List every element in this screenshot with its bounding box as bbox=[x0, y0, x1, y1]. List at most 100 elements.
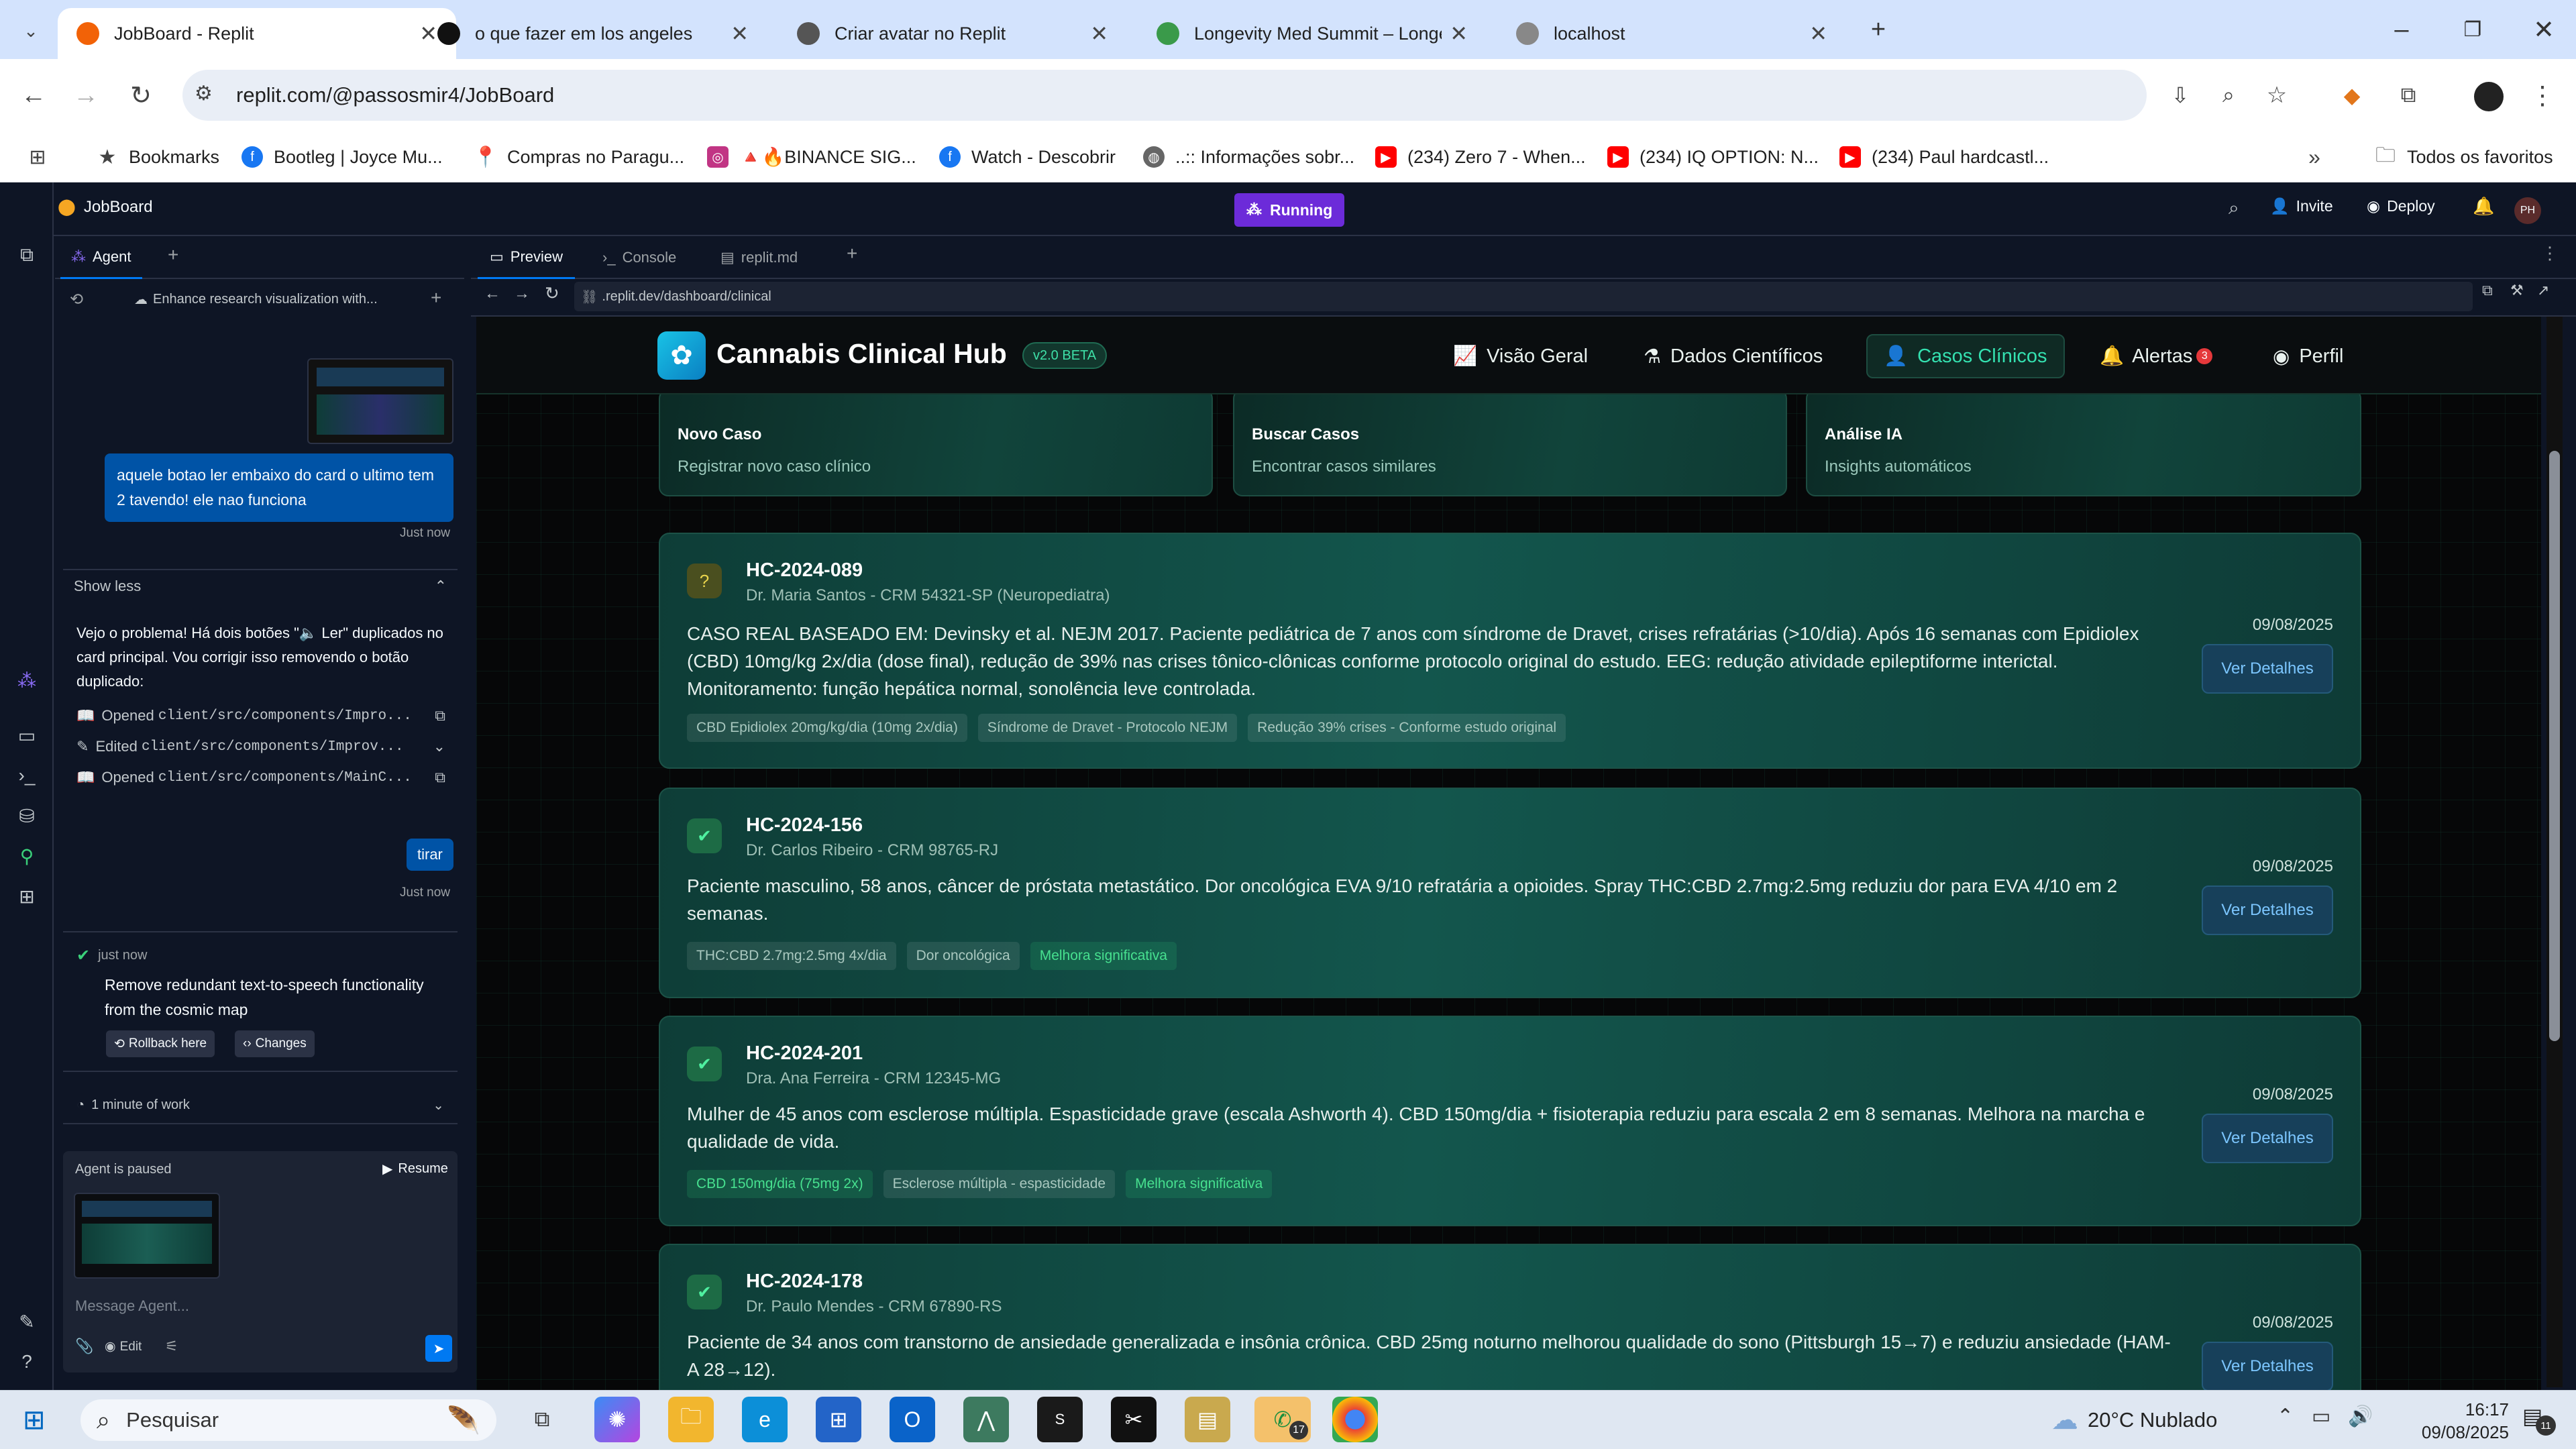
nav-scientific-data[interactable]: ⚗ Dados Científicos bbox=[1627, 334, 1839, 378]
bookmark-item[interactable]: f Watch - Descobrir bbox=[939, 131, 1116, 182]
close-window-icon[interactable]: ✕ bbox=[2524, 9, 2564, 50]
file-action-row[interactable]: 📖 Opened client/src/components/MainC... ⧉ bbox=[76, 769, 445, 786]
user-avatar[interactable]: PH bbox=[2514, 197, 2541, 224]
preview-rail-icon[interactable]: ▭ bbox=[13, 722, 40, 749]
chrome-icon[interactable] bbox=[1332, 1397, 1378, 1442]
pane-menu-icon[interactable]: ⋮ bbox=[2541, 243, 2559, 264]
action-card-search[interactable]: Buscar Casos Encontrar casos similares bbox=[1233, 389, 1787, 496]
windows-start-icon[interactable]: ⊞ bbox=[23, 1405, 46, 1436]
more-bookmarks-icon[interactable]: » bbox=[2294, 137, 2334, 177]
app-icon[interactable]: ⋀ bbox=[963, 1397, 1009, 1442]
tab-search-icon[interactable]: ⌄ bbox=[11, 11, 51, 51]
bookmark-item[interactable]: ▶ (234) IQ OPTION: N... bbox=[1607, 131, 1819, 182]
bookmark-item[interactable]: ★ Bookmarks bbox=[97, 131, 220, 182]
weather-widget[interactable]: ☁ 20°C Nublado bbox=[2051, 1399, 2217, 1441]
browser-tab[interactable]: o que fazer em los angeles ✕ bbox=[419, 8, 767, 59]
question-rail-icon[interactable]: ? bbox=[13, 1348, 40, 1375]
edit-mode-button[interactable]: ◉ Edit bbox=[105, 1339, 142, 1354]
agent-tab[interactable]: ⁂ Agent bbox=[60, 236, 142, 279]
bookmark-item[interactable]: f Bootleg | Joyce Mu... bbox=[241, 131, 443, 182]
close-tab-icon[interactable]: ✕ bbox=[1090, 21, 1108, 46]
attached-screenshot-thumb[interactable] bbox=[74, 1193, 220, 1279]
bookmark-star-icon[interactable]: ☆ bbox=[2257, 75, 2297, 115]
attach-icon[interactable]: 📎 bbox=[75, 1338, 93, 1355]
all-bookmarks[interactable]: 🗀 Todos os favoritos bbox=[2375, 131, 2553, 182]
bookmark-item[interactable]: ◍ ..:: Informações sobr... bbox=[1143, 131, 1354, 182]
new-pane-tab-icon[interactable]: + bbox=[847, 243, 857, 264]
browser-tab[interactable]: Criar avatar no Replit ✕ bbox=[778, 8, 1127, 59]
reload-icon[interactable]: ↻ bbox=[121, 75, 161, 115]
restore-icon[interactable]: ❐ bbox=[2453, 9, 2493, 50]
metamask-extension-icon[interactable]: ◆ bbox=[2332, 75, 2372, 115]
zoom-icon[interactable]: ⌕ bbox=[2208, 75, 2249, 115]
run-status-button[interactable]: ⁂ Running bbox=[1234, 193, 1345, 227]
archive-icon[interactable]: ▤ bbox=[1185, 1397, 1230, 1442]
changes-button[interactable]: ‹› Changes bbox=[235, 1030, 315, 1057]
bookmark-item[interactable]: 📍 Compras no Paragu... bbox=[473, 131, 684, 182]
whatsapp-icon[interactable]: ✆ 17 bbox=[1254, 1397, 1311, 1442]
install-app-icon[interactable]: ⇩ bbox=[2160, 75, 2200, 115]
capcut-icon[interactable]: ✂ bbox=[1111, 1397, 1157, 1442]
browser-tab[interactable]: localhost ✕ bbox=[1497, 8, 1846, 59]
message-input[interactable]: Message Agent... bbox=[75, 1297, 189, 1315]
omnibox[interactable]: ⚙ replit.com/@passosmir4/JobBoard bbox=[182, 70, 2147, 121]
new-agent-tab-icon[interactable]: + bbox=[168, 244, 178, 266]
attached-screenshot[interactable] bbox=[307, 358, 453, 444]
tab-preview[interactable]: ▭ Preview bbox=[478, 236, 576, 279]
workflow-rail-icon[interactable]: ⁂ bbox=[13, 667, 40, 694]
copilot-icon[interactable]: ✺ bbox=[594, 1397, 640, 1442]
outlook-icon[interactable]: O bbox=[890, 1397, 935, 1442]
file-action-row[interactable]: 📖 Opened client/src/components/Impro... ⧉ bbox=[76, 707, 445, 724]
thread-title[interactable]: ☁ Enhance research visualization with... bbox=[134, 286, 409, 313]
close-tab-icon[interactable]: ✕ bbox=[1809, 21, 1827, 46]
work-summary[interactable]: ◔ 1 minute of work ⌄ bbox=[63, 1087, 458, 1124]
rollback-button[interactable]: ⟲ Rollback here bbox=[106, 1030, 215, 1057]
devices-icon[interactable]: ⧉ bbox=[2482, 282, 2493, 299]
url-text[interactable]: replit.com/@passosmir4/JobBoard bbox=[236, 83, 554, 107]
new-thread-icon[interactable]: + bbox=[431, 287, 441, 309]
tray-chevron-icon[interactable]: ⌃ bbox=[2277, 1405, 2294, 1428]
action-card-new-case[interactable]: Novo Caso Registrar novo caso clínico bbox=[659, 389, 1213, 496]
browser-tab-active[interactable]: JobBoard - Replit ✕ bbox=[58, 8, 456, 59]
nav-overview[interactable]: 📈 Visão Geral bbox=[1437, 334, 1604, 378]
send-button[interactable]: ➤ bbox=[425, 1335, 452, 1362]
volume-icon[interactable]: 🔊 bbox=[2348, 1405, 2373, 1428]
network-icon[interactable]: ▭ bbox=[2312, 1405, 2330, 1428]
preview-url-field[interactable]: ⛓ .replit.dev/dashboard/clinical bbox=[574, 282, 2473, 311]
bookmark-item[interactable]: ▶ (234) Zero 7 - When... bbox=[1375, 131, 1586, 182]
preview-forward-icon[interactable]: → bbox=[514, 284, 530, 303]
close-tab-icon[interactable]: ✕ bbox=[731, 21, 749, 46]
project-name[interactable]: ⬤ JobBoard bbox=[58, 197, 153, 217]
file-action-row[interactable]: ✎ Edited client/src/components/Improv... ⌄ bbox=[76, 738, 445, 755]
view-details-button[interactable]: Ver Detalhes bbox=[2202, 1114, 2333, 1163]
settings-sliders-icon[interactable]: ⚟ bbox=[165, 1338, 178, 1355]
history-icon[interactable]: ⟲ bbox=[70, 290, 83, 309]
forward-icon[interactable]: → bbox=[66, 75, 106, 115]
bookmark-item[interactable]: ◎ 🔺🔥BINANCE SIG... bbox=[707, 131, 916, 182]
search-icon[interactable]: ⌕ bbox=[2229, 197, 2239, 219]
agent-rail-icon[interactable]: ⧉ bbox=[13, 241, 40, 268]
help-rail-icon[interactable]: ✎ bbox=[13, 1308, 40, 1335]
clock[interactable]: 16:17 09/08/2025 bbox=[2402, 1398, 2509, 1444]
back-icon[interactable]: ← bbox=[13, 75, 54, 115]
action-card-ai[interactable]: Análise IA Insights automáticos bbox=[1806, 389, 2361, 496]
taskbar-search[interactable]: ⌕ Pesquisar 🪶 bbox=[80, 1399, 496, 1441]
new-tab-icon[interactable]: + bbox=[1858, 9, 1898, 50]
chrome-menu-icon[interactable]: ⋮ bbox=[2522, 75, 2563, 115]
profile-avatar[interactable] bbox=[2474, 82, 2504, 111]
task-view-icon[interactable]: ⧉ bbox=[519, 1397, 565, 1442]
notification-center-icon[interactable]: ▤ 11 bbox=[2522, 1403, 2556, 1436]
minimize-icon[interactable]: – bbox=[2381, 9, 2422, 50]
site-info-icon[interactable]: ⚙ bbox=[195, 82, 213, 105]
view-details-button[interactable]: Ver Detalhes bbox=[2202, 1342, 2333, 1390]
close-tab-icon[interactable]: ✕ bbox=[1450, 21, 1468, 46]
edge-icon[interactable]: e bbox=[742, 1397, 788, 1442]
all-tools-rail-icon[interactable]: ⊞ bbox=[13, 883, 40, 910]
nav-profile[interactable]: ◉ Perfil bbox=[2257, 334, 2359, 378]
open-new-window-icon[interactable]: ↗ bbox=[2537, 282, 2549, 299]
browser-tab[interactable]: Longevity Med Summit – Longe ✕ bbox=[1138, 8, 1487, 59]
console-rail-icon[interactable]: ›_ bbox=[13, 762, 40, 789]
secrets-rail-icon[interactable]: ⚲ bbox=[13, 843, 40, 869]
database-rail-icon[interactable]: ⛁ bbox=[13, 802, 40, 829]
preview-reload-icon[interactable]: ↻ bbox=[545, 283, 559, 304]
